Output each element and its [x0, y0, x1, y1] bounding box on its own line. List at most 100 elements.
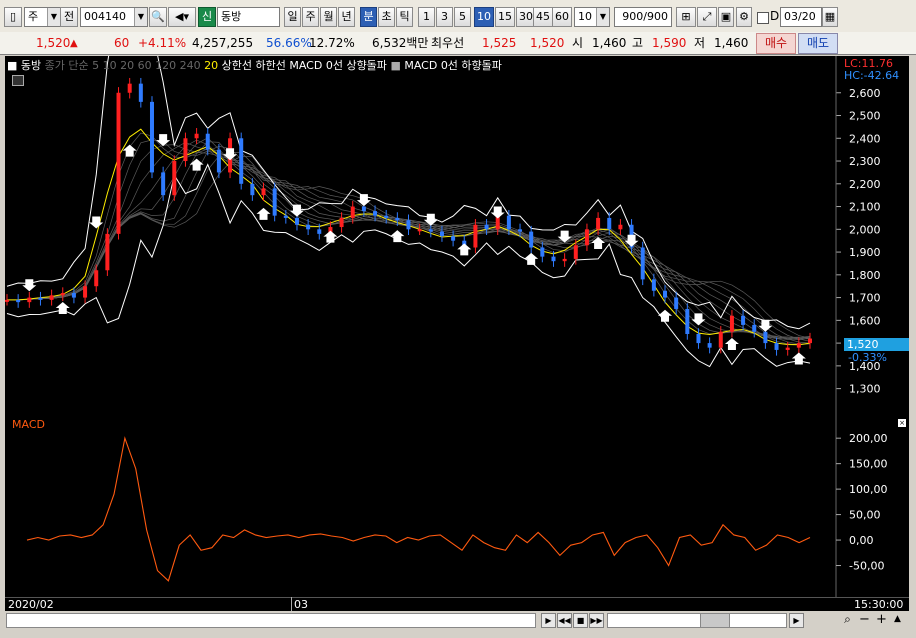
- up-triangle-icon: ▲: [70, 38, 78, 49]
- table-icon[interactable]: [12, 75, 24, 86]
- candle: [618, 224, 623, 230]
- legend-ma-label[interactable]: 종가 단순: [45, 59, 89, 72]
- date-divider: [291, 597, 292, 611]
- interval-5[interactable]: 5: [454, 7, 471, 27]
- horizontal-scrollbar[interactable]: [6, 613, 536, 628]
- collapse-icon[interactable]: ▲: [890, 613, 905, 628]
- candle: [172, 161, 177, 196]
- chart-toolbar: ▯ 주 ▼ 전 004140 ▼ 🔍 ◀▾ 신 동방 일 주 월 년 분 초 틱…: [0, 0, 916, 33]
- legend-macd-up[interactable]: MACD 0선 상향돌파: [289, 59, 387, 72]
- rewind-icon[interactable]: ◀◀: [557, 613, 572, 628]
- search-icon[interactable]: 🔍: [149, 7, 167, 27]
- legend-band-label[interactable]: 상한선 하한선: [222, 59, 286, 72]
- prev-button[interactable]: 전: [60, 7, 78, 27]
- date-left: 2020/02: [8, 598, 54, 611]
- chart-canvas: 2,600 2,500 2,400 2,300 2,200 2,100 2,000 1,900…: [5, 0, 888, 597]
- candle: [283, 215, 288, 218]
- candle: [752, 324, 757, 332]
- candle: [741, 315, 746, 325]
- candle: [573, 245, 578, 259]
- toggle-panel-icon[interactable]: ▯: [4, 7, 22, 27]
- buy-button[interactable]: 매수: [756, 33, 796, 54]
- candle: [506, 215, 511, 230]
- stop-icon[interactable]: ■: [573, 613, 588, 628]
- period-tab-month[interactable]: 월: [320, 7, 337, 27]
- candle: [808, 338, 812, 344]
- chevron-down-icon[interactable]: ▼: [134, 8, 147, 26]
- legend-dot-icon: ■: [7, 59, 18, 72]
- candle: [194, 133, 199, 139]
- zoom-out-icon[interactable]: −: [857, 613, 872, 628]
- candle: [373, 211, 378, 216]
- candle: [384, 215, 389, 218]
- sell-button[interactable]: 매도: [798, 33, 838, 54]
- legend-macd-down[interactable]: MACD 0선 하향돌파: [404, 59, 502, 72]
- high-label: 고: [632, 36, 644, 50]
- candle: [294, 217, 299, 225]
- price-tick-label: 2,000: [849, 223, 881, 236]
- trend-tool-icon[interactable]: ⤢: [697, 7, 717, 27]
- interval-3[interactable]: 3: [436, 7, 453, 27]
- date-input[interactable]: 03/20: [780, 7, 822, 27]
- zoom-slider-thumb[interactable]: [700, 613, 730, 628]
- period-tab-minute[interactable]: 분: [360, 7, 377, 27]
- period-tab-year[interactable]: 년: [338, 7, 355, 27]
- candle: [5, 299, 9, 302]
- legend-stock[interactable]: 동방: [21, 59, 41, 72]
- candle: [428, 229, 433, 232]
- candle: [785, 347, 790, 350]
- period-tab-day[interactable]: 일: [284, 7, 301, 27]
- candle: [27, 297, 32, 303]
- price-change-pct: +4.11%: [138, 36, 187, 50]
- zoom-in-icon[interactable]: +: [874, 613, 889, 628]
- scroll-right-icon[interactable]: ▶: [541, 613, 556, 628]
- interval-1[interactable]: 1: [418, 7, 435, 27]
- trade-amount: 6,532백만: [372, 36, 429, 50]
- time-label: 15:30:00: [854, 598, 904, 611]
- candle: [306, 224, 311, 230]
- d-checkbox[interactable]: [757, 12, 769, 24]
- range-field[interactable]: 900/900: [614, 7, 672, 27]
- gear-icon[interactable]: ⚙: [736, 7, 752, 27]
- interval-45[interactable]: 45: [533, 7, 553, 27]
- candle: [774, 343, 779, 350]
- forward-icon[interactable]: ▶▶: [589, 613, 604, 628]
- interval-15[interactable]: 15: [495, 7, 515, 27]
- current-pct-tag: -0.33%: [848, 351, 887, 364]
- period-tab-tick[interactable]: 틱: [396, 7, 413, 27]
- zoom-slider[interactable]: [607, 613, 787, 628]
- macd-tick-label: 200,00: [849, 432, 888, 445]
- panel-close-icon[interactable]: ×: [898, 419, 906, 427]
- save-icon[interactable]: ▣: [718, 7, 734, 27]
- candle: [105, 233, 110, 271]
- candle: [484, 224, 489, 230]
- speaker-icon[interactable]: ◀▾: [168, 7, 196, 27]
- candle: [161, 172, 166, 196]
- period-tab-second[interactable]: 초: [378, 7, 395, 27]
- period-tab-week[interactable]: 주: [302, 7, 319, 27]
- legend-ma-120: 120: [155, 59, 177, 72]
- macd-tick-label: 150,00: [849, 458, 888, 471]
- scroll-right-icon[interactable]: ▶: [789, 613, 804, 628]
- chart-area: 2,600 2,500 2,400 2,300 2,200 2,100 2,000 1,900…: [5, 0, 909, 597]
- ma-line: [7, 155, 811, 339]
- ma-line: [7, 145, 811, 340]
- interval-10[interactable]: 10: [474, 7, 494, 27]
- price-tick-label: 1,800: [849, 269, 881, 282]
- interval-60[interactable]: 60: [552, 7, 572, 27]
- arrow-up-icon: [791, 352, 806, 365]
- calendar-icon[interactable]: ▦: [822, 7, 838, 27]
- candle: [250, 183, 255, 196]
- current-price: 1,520: [36, 36, 71, 50]
- chevron-down-icon[interactable]: ▼: [596, 8, 609, 26]
- chart-legend: ■ 동방 종가 단순 5 10 20 60 120 240 20 상한선 하한선…: [7, 57, 502, 73]
- chevron-down-icon[interactable]: ▼: [47, 8, 60, 26]
- zoom-search-icon[interactable]: ⌕: [840, 613, 855, 628]
- candle: [729, 315, 734, 332]
- grid-icon[interactable]: ⊞: [676, 7, 696, 27]
- volume: 4,257,255: [192, 36, 254, 50]
- current-price-tag: 1,520: [844, 338, 909, 351]
- legend-ma-240: 240: [179, 59, 201, 72]
- date-axis: [5, 597, 909, 612]
- stock-name-field[interactable]: 동방: [217, 7, 280, 27]
